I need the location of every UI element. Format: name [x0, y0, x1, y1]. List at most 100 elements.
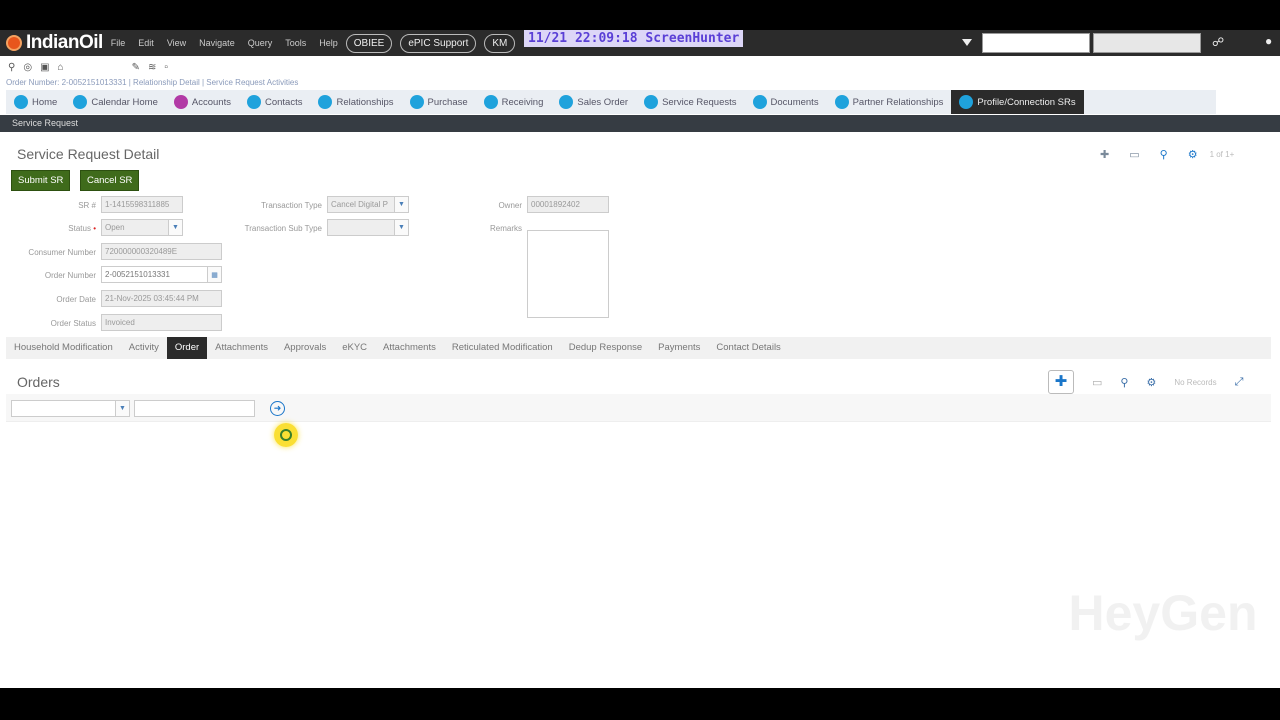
no-records-text: No Records: [1174, 377, 1217, 387]
consumer-number-field[interactable]: 720000000320489E: [101, 243, 222, 260]
home-icon[interactable]: ⌂: [58, 62, 64, 73]
tab-calendar-home[interactable]: Calendar Home: [65, 90, 166, 114]
owner-field[interactable]: 00001892402: [527, 196, 609, 213]
submit-sr-button[interactable]: Submit SR: [11, 170, 71, 191]
tab-purchase[interactable]: Purchase: [402, 90, 476, 114]
profile-icon: [959, 95, 974, 109]
subtab-contact-details[interactable]: Contact Details: [708, 337, 788, 359]
expand-icon[interactable]: ⤢: [1235, 376, 1244, 389]
heygen-watermark: HeyGen: [1068, 585, 1258, 641]
order-date-field[interactable]: 21-Nov-2025 03:45:44 PM: [101, 290, 222, 307]
screen-tabs: Home Calendar Home Accounts Contacts Rel…: [6, 90, 1216, 114]
delete-icon[interactable]: ▭: [1092, 376, 1102, 389]
lock-icon[interactable]: ▫: [164, 62, 168, 73]
menu-view[interactable]: View: [167, 38, 186, 48]
tab-service-requests[interactable]: Service Requests: [636, 90, 744, 114]
query-field-select[interactable]: ▼: [11, 400, 130, 417]
transaction-sub-type-select[interactable]: ▼: [327, 219, 409, 236]
tab-documents[interactable]: Documents: [745, 90, 827, 114]
subtab-payments[interactable]: Payments: [650, 337, 708, 359]
tab-partner-relationships[interactable]: Partner Relationships: [827, 90, 952, 114]
transaction-type-label: Transaction Type: [261, 201, 322, 210]
subtab-activity[interactable]: Activity: [121, 337, 167, 359]
orders-title: Orders: [17, 374, 60, 390]
chevron-down-icon[interactable]: ▼: [115, 401, 129, 416]
gear-icon[interactable]: ⚙: [1188, 148, 1198, 161]
menu-file[interactable]: File: [111, 38, 126, 48]
tab-receiving[interactable]: Receiving: [476, 90, 552, 114]
application-menu: File Edit View Navigate Query Tools Help: [111, 38, 338, 48]
chevron-down-icon[interactable]: ▼: [168, 220, 182, 235]
tab-accounts[interactable]: Accounts: [166, 90, 239, 114]
add-icon[interactable]: ✚: [1100, 148, 1109, 161]
tab-contacts[interactable]: Contacts: [239, 90, 311, 114]
app-window: IndianOil File Edit View Navigate Query …: [0, 30, 1280, 688]
subtab-attachments-2[interactable]: Attachments: [375, 337, 444, 359]
cancel-sr-button[interactable]: Cancel SR: [80, 170, 140, 191]
subtab-approvals[interactable]: Approvals: [276, 337, 334, 359]
epic-support-button[interactable]: ePIC Support: [400, 33, 477, 53]
chevron-down-icon[interactable]: ▼: [394, 220, 408, 235]
owner-label: Owner: [498, 201, 522, 210]
tab-sales-order[interactable]: Sales Order: [551, 90, 636, 114]
chevron-down-icon[interactable]: ▼: [394, 197, 408, 212]
pick-icon[interactable]: ▦: [207, 267, 221, 282]
chart-icon[interactable]: ≋: [148, 62, 156, 73]
remarks-textarea[interactable]: [527, 230, 609, 318]
subtab-household-modification[interactable]: Household Modification: [6, 337, 121, 359]
search-icon[interactable]: ⚲: [1160, 148, 1168, 161]
home-icon: [14, 95, 28, 109]
menu-edit[interactable]: Edit: [138, 38, 154, 48]
required-marker: •: [93, 224, 96, 233]
tab-profile-connection-srs[interactable]: Profile/Connection SRs: [951, 90, 1084, 114]
receiving-icon: [483, 95, 498, 109]
global-search-input[interactable]: [982, 33, 1090, 53]
cursor-highlight: [274, 423, 298, 447]
subtab-attachments[interactable]: Attachments: [207, 337, 276, 359]
pencil-icon[interactable]: ✎: [132, 62, 140, 73]
subtab-dedup-response[interactable]: Dedup Response: [561, 337, 650, 359]
menu-help[interactable]: Help: [319, 38, 338, 48]
share-icon[interactable]: ☍: [1212, 35, 1224, 49]
search-icon[interactable]: ⚲: [8, 62, 15, 73]
sr-number-label: SR #: [78, 201, 96, 210]
menu-tools[interactable]: Tools: [285, 38, 306, 48]
global-search-scope-select[interactable]: [1093, 33, 1201, 53]
indianoil-logo: IndianOil: [6, 32, 103, 54]
tab-home[interactable]: Home: [6, 90, 65, 114]
subtab-ekyc[interactable]: eKYC: [334, 337, 375, 359]
status-label: Status •: [68, 224, 96, 233]
sr-number-field[interactable]: 1-1415598311885: [101, 196, 183, 213]
target-icon[interactable]: ◎: [23, 62, 32, 73]
delete-icon[interactable]: ▭: [1129, 148, 1139, 161]
tab-relationships[interactable]: Relationships: [310, 90, 401, 114]
chevron-down-icon[interactable]: [962, 39, 972, 46]
search-icon[interactable]: ⚲: [1120, 376, 1128, 389]
menu-query[interactable]: Query: [248, 38, 273, 48]
subtab-order[interactable]: Order: [166, 337, 208, 359]
order-number-field[interactable]: 2-0052151013331 ▦: [101, 266, 222, 283]
subtab-reticulated-modification[interactable]: Reticulated Modification: [444, 337, 561, 359]
user-icon[interactable]: ●: [1265, 34, 1272, 48]
consumer-number-label: Consumer Number: [28, 248, 96, 257]
breadcrumb[interactable]: Order Number: 2-0052151013331 | Relation…: [6, 78, 298, 87]
detail-toolbar: ✚ ▭ ⚲ ⚙ 1 of 1+: [1100, 148, 1234, 161]
logo-text: IndianOil: [26, 32, 103, 53]
query-value-input[interactable]: [134, 400, 255, 417]
order-status-label: Order Status: [50, 319, 96, 328]
sales-order-icon: [559, 95, 574, 109]
menu-navigate[interactable]: Navigate: [199, 38, 235, 48]
status-select[interactable]: Open ▼: [101, 219, 183, 236]
add-order-button[interactable]: ✚: [1048, 370, 1074, 394]
save-icon[interactable]: ▣: [40, 62, 49, 73]
obiee-button[interactable]: OBIEE: [345, 33, 393, 53]
service-requests-icon: [644, 95, 659, 109]
relationships-icon: [318, 95, 333, 109]
order-status-field[interactable]: Invoiced: [101, 314, 222, 331]
go-arrow-icon[interactable]: ➜: [270, 401, 285, 416]
km-button[interactable]: KM: [484, 33, 516, 53]
transaction-type-select[interactable]: Cancel Digital P ▼: [327, 196, 409, 213]
page-title: Service Request Detail: [17, 146, 160, 162]
orders-toolbar: ✚ ▭ ⚲ ⚙ No Records ⤢: [1048, 370, 1243, 394]
gear-icon[interactable]: ⚙: [1146, 376, 1156, 389]
